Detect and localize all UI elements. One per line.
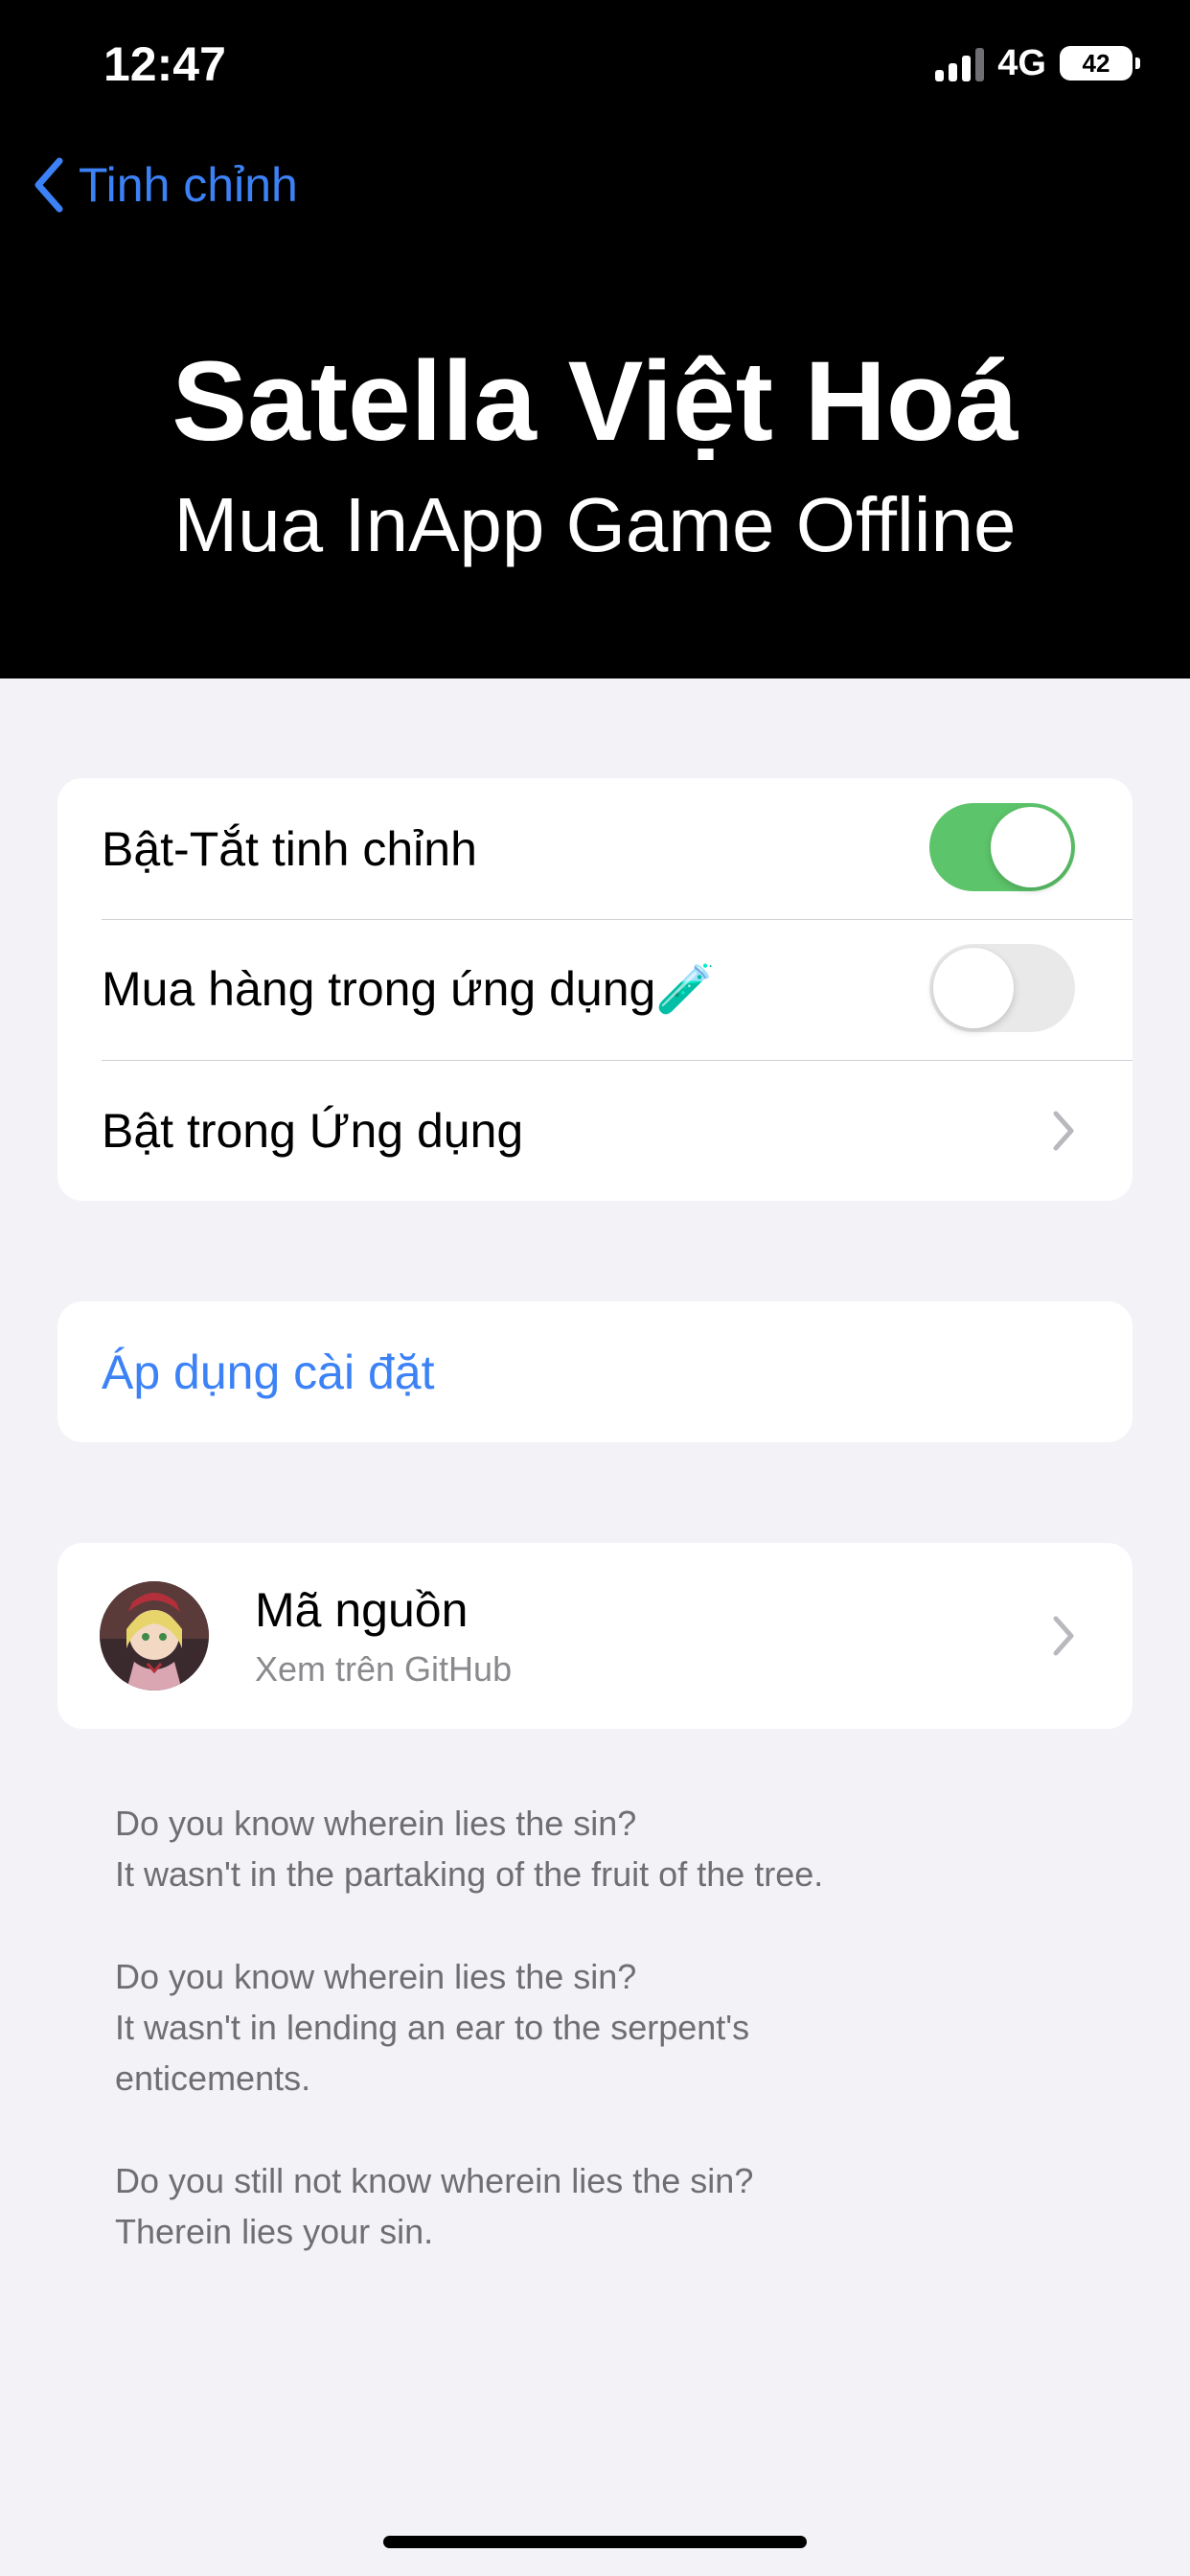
apply-settings-button[interactable]: Áp dụng cài đặt xyxy=(57,1301,1133,1442)
status-time: 12:47 xyxy=(103,37,226,91)
toggle-row-inapp-purchase: Mua hàng trong ứng dụng🧪 xyxy=(57,919,1133,1060)
source-title: Mã nguồn xyxy=(255,1583,469,1637)
apply-settings-label: Áp dụng cài đặt xyxy=(102,1345,435,1399)
footer-paragraph: Do you know wherein lies the sin? It was… xyxy=(115,1804,824,1894)
chevron-left-icon xyxy=(34,157,63,213)
header: 12:47 4G 42 Tinh chỉnh Satella Việt Hoá … xyxy=(0,0,1190,678)
toggle-knob xyxy=(991,807,1071,887)
source-subtitle: Xem trên GitHub xyxy=(255,1649,513,1689)
enable-in-apps-label: Bật trong Ứng dụng xyxy=(102,1103,524,1158)
chevron-right-icon xyxy=(1053,1616,1074,1656)
source-text: Mã nguồn Xem trên GitHub xyxy=(255,1582,512,1690)
network-type: 4G xyxy=(997,42,1046,83)
battery-level: 42 xyxy=(1082,48,1110,78)
app-subtitle: Mua InApp Game Offline xyxy=(173,482,1017,567)
back-button[interactable]: Tinh chỉnh xyxy=(33,157,298,213)
inapp-purchase-label: Mua hàng trong ứng dụng🧪 xyxy=(102,962,716,1016)
avatar xyxy=(100,1581,209,1690)
footer-text: Do you know wherein lies the sin? It was… xyxy=(115,1798,1092,2309)
signal-icon xyxy=(935,45,985,81)
source-code-row[interactable]: Mã nguồn Xem trên GitHub xyxy=(57,1543,1133,1729)
toggle-row-tweak: Bật-Tắt tinh chỉnh xyxy=(57,778,1133,919)
app-title: Satella Việt Hoá xyxy=(172,338,1018,465)
chevron-right-icon xyxy=(1053,1111,1074,1150)
tweak-toggle[interactable] xyxy=(929,803,1075,891)
status-indicators: 4G 42 xyxy=(935,42,1140,84)
inapp-purchase-toggle[interactable] xyxy=(929,944,1075,1032)
apply-group: Áp dụng cài đặt xyxy=(57,1301,1133,1442)
toggle-knob xyxy=(933,948,1014,1028)
home-indicator[interactable] xyxy=(383,2536,807,2548)
footer-paragraph: Do you know wherein lies the sin? It was… xyxy=(115,1957,750,2098)
back-label: Tinh chỉnh xyxy=(79,158,298,212)
tweak-toggle-label: Bật-Tắt tinh chỉnh xyxy=(102,821,477,876)
enable-in-apps-row[interactable]: Bật trong Ứng dụng xyxy=(57,1060,1133,1201)
source-group: Mã nguồn Xem trên GitHub xyxy=(57,1543,1133,1729)
battery-icon: 42 xyxy=(1060,46,1140,80)
footer-paragraph: Do you still not know wherein lies the s… xyxy=(115,2161,754,2251)
settings-group: Bật-Tắt tinh chỉnh Mua hàng trong ứng dụ… xyxy=(57,778,1133,1201)
